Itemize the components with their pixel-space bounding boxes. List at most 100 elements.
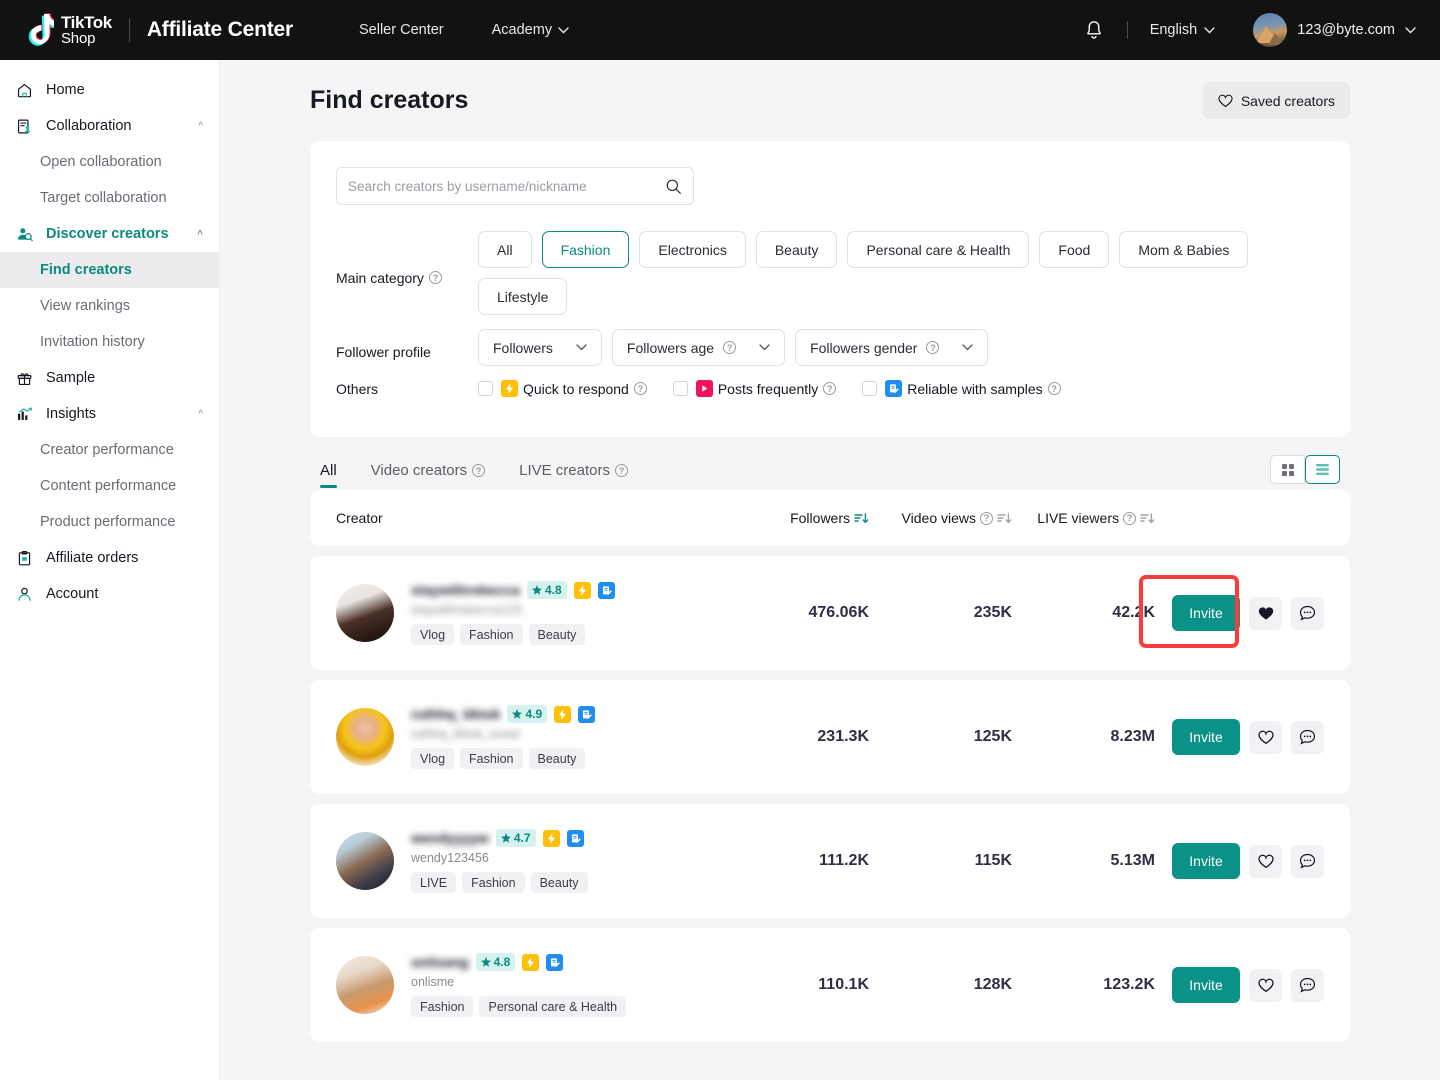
tab-live-creators[interactable]: LIVE creators ? xyxy=(519,462,628,488)
search-icon[interactable] xyxy=(665,178,682,195)
message-creator-button[interactable] xyxy=(1291,969,1324,1002)
sidebar-item-account[interactable]: Account xyxy=(0,576,219,612)
sidebar-item-view-rankings[interactable]: View rankings xyxy=(0,288,219,324)
row-actions: Invite xyxy=(1155,719,1324,755)
search-creators-field[interactable] xyxy=(336,167,694,205)
checkbox-quick-to-respond[interactable]: Quick to respond ? xyxy=(478,380,647,397)
sidebar-item-product-performance[interactable]: Product performance xyxy=(0,504,219,540)
sidebar-item-open-collaboration[interactable]: Open collaboration xyxy=(0,144,219,180)
sidebar-item-collaboration[interactable]: Collaboration ^ xyxy=(0,108,219,144)
sidebar-item-discover-creators[interactable]: Discover creators ^ xyxy=(0,216,219,252)
sort-icon[interactable] xyxy=(997,512,1012,525)
language-selector[interactable]: English xyxy=(1150,22,1216,38)
message-creator-button[interactable] xyxy=(1291,597,1324,630)
tiktok-shop-logo[interactable]: TikTok Shop xyxy=(24,13,112,47)
save-creator-button[interactable] xyxy=(1249,597,1282,630)
tab-video-creators[interactable]: Video creators ? xyxy=(371,462,485,488)
sidebar-item-content-performance[interactable]: Content performance xyxy=(0,468,219,504)
sidebar-item-target-collaboration[interactable]: Target collaboration xyxy=(0,180,219,216)
checkbox-box[interactable] xyxy=(673,381,688,396)
message-creator-button[interactable] xyxy=(1291,721,1324,754)
invite-button[interactable]: Invite xyxy=(1172,967,1240,1003)
column-header-creator: Creator xyxy=(336,510,726,526)
creator-info: onlisang 4.8 onlisme Fashion Personal ca… xyxy=(411,953,626,1017)
question-circle-icon[interactable]: ? xyxy=(980,512,993,525)
question-circle-icon[interactable]: ? xyxy=(723,341,736,354)
question-circle-icon[interactable]: ? xyxy=(823,382,836,395)
table-row[interactable]: staywithrebecca 4.8 staywithrebecca123 V… xyxy=(310,556,1350,670)
category-chip-all[interactable]: All xyxy=(478,231,532,268)
topnav-link-seller-center[interactable]: Seller Center xyxy=(359,22,444,38)
save-creator-button[interactable] xyxy=(1249,969,1282,1002)
invite-button[interactable]: Invite xyxy=(1172,719,1240,755)
column-header-live-viewers[interactable]: LIVE viewers ? xyxy=(1012,510,1155,526)
creator-cell[interactable]: wendyyyyw 4.7 wendy123456 LIVE Fashion B… xyxy=(336,829,726,893)
checkbox-box[interactable] xyxy=(862,381,877,396)
topnav-link-academy[interactable]: Academy xyxy=(492,22,569,38)
followers-gender-dropdown[interactable]: Followers gender ? xyxy=(795,329,988,366)
invite-button[interactable]: Invite xyxy=(1172,595,1240,631)
category-chip-lifestyle[interactable]: Lifestyle xyxy=(478,278,567,315)
followers-age-dropdown[interactable]: Followers age ? xyxy=(612,329,785,366)
chevron-up-icon: ^ xyxy=(198,409,203,420)
checkbox-box[interactable] xyxy=(478,381,493,396)
search-input[interactable] xyxy=(348,179,665,194)
invite-button[interactable]: Invite xyxy=(1172,843,1240,879)
column-header-video-views[interactable]: Video views ? xyxy=(869,510,1012,526)
table-row[interactable]: onlisang 4.8 onlisme Fashion Personal ca… xyxy=(310,928,1350,1042)
sidebar-item-home[interactable]: Home xyxy=(0,72,219,108)
sort-icon-active[interactable] xyxy=(854,512,869,525)
sidebar-sub-label: Content performance xyxy=(40,478,176,494)
category-chip-label: Beauty xyxy=(775,242,819,258)
creator-cell[interactable]: ruthhq_tiktok 4.9 ruthhq_tiktok_isreal V… xyxy=(336,705,726,769)
heart-outline-icon xyxy=(1258,730,1274,745)
category-chip-electronics[interactable]: Electronics xyxy=(639,231,745,268)
table-row[interactable]: ruthhq_tiktok 4.9 ruthhq_tiktok_isreal V… xyxy=(310,680,1350,794)
category-chip-beauty[interactable]: Beauty xyxy=(756,231,838,268)
sidebar-item-sample[interactable]: Sample xyxy=(0,360,219,396)
sidebar-item-affiliate-orders[interactable]: Affiliate orders xyxy=(0,540,219,576)
document-check-badge-icon xyxy=(885,380,902,397)
category-chip-food[interactable]: Food xyxy=(1039,231,1109,268)
grid-view-button[interactable] xyxy=(1270,455,1305,484)
checkbox-posts-frequently[interactable]: Posts frequently ? xyxy=(673,380,836,397)
tab-all[interactable]: All xyxy=(320,462,337,488)
category-chip-mom-babies[interactable]: Mom & Babies xyxy=(1119,231,1248,268)
creator-cell[interactable]: staywithrebecca 4.8 staywithrebecca123 V… xyxy=(336,581,726,645)
checkbox-reliable-with-samples[interactable]: Reliable with samples ? xyxy=(862,380,1060,397)
creator-cell[interactable]: onlisang 4.8 onlisme Fashion Personal ca… xyxy=(336,953,726,1017)
lightning-badge-icon xyxy=(554,706,571,723)
question-circle-icon[interactable]: ? xyxy=(472,464,485,477)
sidebar-item-invitation-history[interactable]: Invitation history xyxy=(0,324,219,360)
table-row[interactable]: wendyyyyw 4.7 wendy123456 LIVE Fashion B… xyxy=(310,804,1350,918)
sidebar-item-label: Account xyxy=(46,586,98,602)
list-view-button[interactable] xyxy=(1305,455,1340,484)
sidebar-item-creator-performance[interactable]: Creator performance xyxy=(0,432,219,468)
heart-outline-icon xyxy=(1258,978,1274,993)
column-header-followers[interactable]: Followers xyxy=(726,510,869,526)
saved-creators-button[interactable]: Saved creators xyxy=(1203,82,1350,119)
list-view-icon xyxy=(1315,463,1330,476)
save-creator-button[interactable] xyxy=(1249,721,1282,754)
sort-icon[interactable] xyxy=(1140,512,1155,525)
question-circle-icon[interactable]: ? xyxy=(429,271,442,284)
followers-dropdown[interactable]: Followers xyxy=(478,329,602,366)
question-circle-icon[interactable]: ? xyxy=(926,341,939,354)
page-title: Find creators xyxy=(310,86,468,115)
bell-icon[interactable] xyxy=(1083,19,1105,41)
save-creator-button[interactable] xyxy=(1249,845,1282,878)
user-menu[interactable]: 123@byte.com xyxy=(1253,13,1416,47)
sidebar-item-find-creators[interactable]: Find creators xyxy=(0,252,219,288)
chevron-down-icon xyxy=(576,344,587,351)
sidebar-sub-label: View rankings xyxy=(40,298,130,314)
message-creator-button[interactable] xyxy=(1291,845,1324,878)
category-chip-fashion[interactable]: Fashion xyxy=(542,231,630,268)
sidebar-item-insights[interactable]: Insights ^ xyxy=(0,396,219,432)
category-chip-personal-care-health[interactable]: Personal care & Health xyxy=(847,231,1029,268)
question-circle-icon[interactable]: ? xyxy=(1048,382,1061,395)
question-circle-icon[interactable]: ? xyxy=(634,382,647,395)
question-circle-icon[interactable]: ? xyxy=(615,464,628,477)
main-category-filter-row: Main category ? All Fashion Electronics … xyxy=(336,231,1324,315)
question-circle-icon[interactable]: ? xyxy=(1123,512,1136,525)
tab-label: LIVE creators xyxy=(519,462,610,479)
